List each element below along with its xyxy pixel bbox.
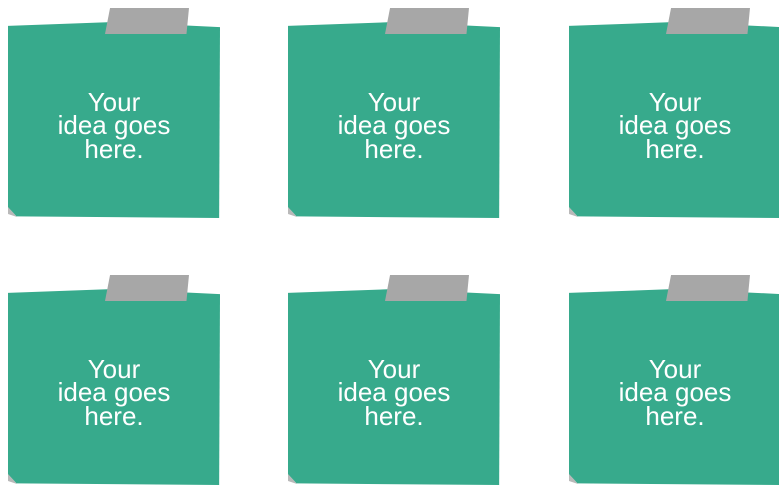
sticky-note[interactable]: Your idea goes here.	[288, 8, 500, 218]
note-text: Your idea goes here.	[618, 86, 732, 164]
sticky-note[interactable]: Your idea goes here.	[569, 8, 779, 218]
sticky-note[interactable]: Your idea goes here.	[569, 275, 779, 485]
note-text: Your idea goes here.	[337, 86, 451, 164]
sticky-note[interactable]: Your idea goes here.	[8, 8, 220, 218]
note-text: Your idea goes here.	[57, 86, 171, 164]
sticky-note[interactable]: Your idea goes here.	[288, 275, 500, 485]
sticky-note[interactable]: Your idea goes here.	[8, 275, 220, 485]
note-text: Your idea goes here.	[618, 353, 732, 431]
note-text: Your idea goes here.	[57, 353, 171, 431]
note-text: Your idea goes here.	[337, 353, 451, 431]
sticky-note-board: Your idea goes here. Your idea goes here…	[0, 0, 779, 485]
